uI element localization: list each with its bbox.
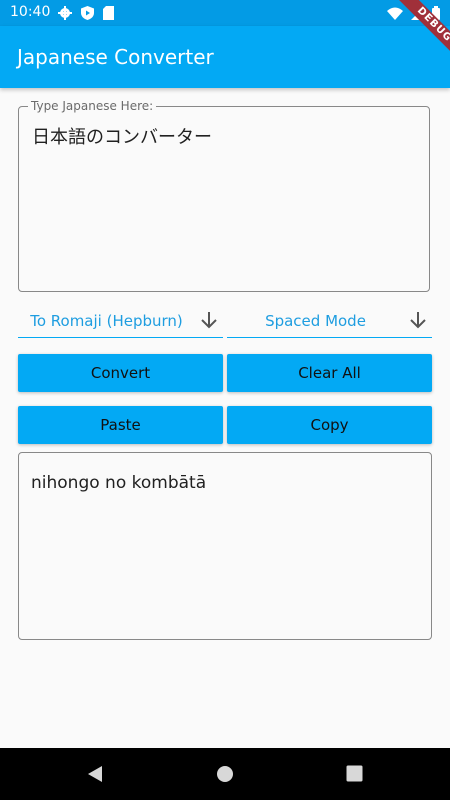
recents-icon[interactable] bbox=[346, 765, 363, 786]
convert-button[interactable]: Convert bbox=[18, 354, 223, 392]
japanese-input-label: Type Japanese Here: bbox=[28, 99, 157, 113]
japanese-input-text[interactable]: 日本語のコンバーター bbox=[32, 123, 212, 149]
gear-icon bbox=[58, 5, 72, 24]
sd-card-icon bbox=[103, 5, 114, 24]
copy-button[interactable]: Copy bbox=[227, 406, 432, 444]
play-protect-icon bbox=[81, 5, 94, 24]
home-icon[interactable] bbox=[216, 765, 234, 787]
status-time: 10:40 bbox=[10, 4, 51, 20]
clear-all-button[interactable]: Clear All bbox=[227, 354, 432, 392]
romaji-output-field[interactable]: nihongo no kombātā bbox=[18, 452, 432, 640]
romaji-output-text: nihongo no kombātā bbox=[31, 473, 207, 493]
spacing-mode-dropdown[interactable]: Spaced Mode bbox=[227, 306, 432, 338]
debug-banner: DEBUG bbox=[370, 0, 450, 80]
app-title: Japanese Converter bbox=[17, 45, 214, 69]
debug-banner-label: DEBUG bbox=[386, 0, 450, 73]
conversion-mode-dropdown[interactable]: To Romaji (Hepburn) bbox=[18, 306, 223, 338]
back-icon[interactable] bbox=[86, 765, 104, 787]
conversion-mode-value: To Romaji (Hepburn) bbox=[30, 312, 183, 330]
arrow-down-icon bbox=[407, 309, 429, 335]
system-nav-bar bbox=[0, 748, 450, 800]
japanese-input-field[interactable]: Type Japanese Here: 日本語のコンバーター bbox=[18, 99, 430, 292]
arrow-down-icon bbox=[198, 309, 220, 335]
paste-button[interactable]: Paste bbox=[18, 406, 223, 444]
spacing-mode-value: Spaced Mode bbox=[265, 312, 366, 330]
